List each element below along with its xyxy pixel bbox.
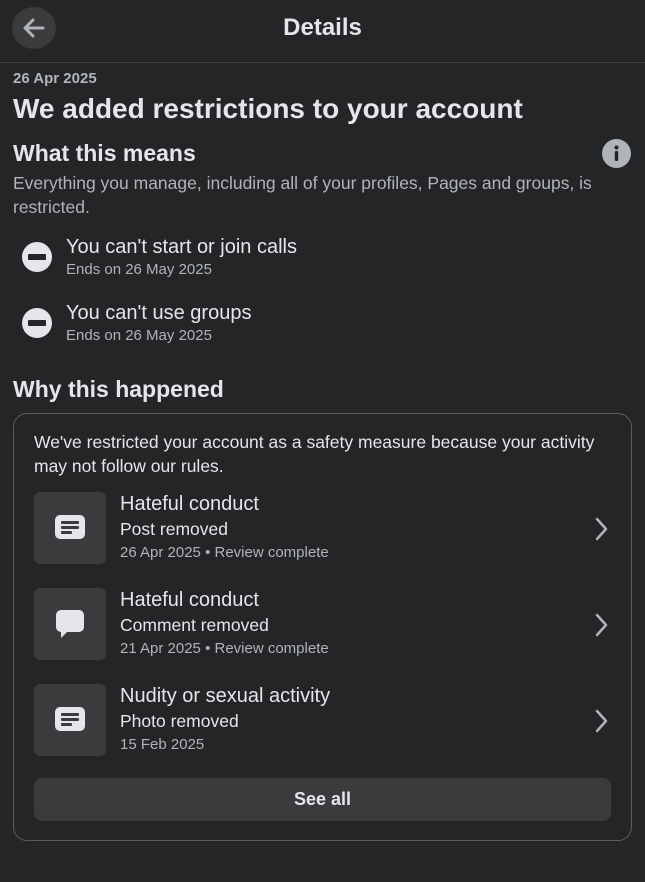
restriction-description: Everything you manage, including all of … (13, 173, 592, 217)
comment-icon (56, 610, 84, 638)
what-this-means-header: What this means (13, 138, 632, 168)
violation-action: Post removed (120, 519, 228, 539)
violation-item[interactable]: Hateful conduct Post removed 26 Apr 2025… (34, 492, 611, 564)
violation-text: Nudity or sexual activity Photo removed … (120, 683, 330, 757)
violation-meta: 21 Apr 2025 • Review complete (120, 640, 329, 657)
violation-icon-box (34, 492, 106, 564)
violation-title: Nudity or sexual activity (120, 685, 331, 707)
violation-text: Hateful conduct Post removed 26 Apr 2025… (120, 491, 329, 565)
info-glyph (614, 145, 619, 161)
restriction-item: You can't start or join calls Ends on 26… (13, 234, 632, 280)
violations-intro: We've restricted your account as a safet… (34, 432, 595, 476)
violation-icon-box (34, 588, 106, 660)
post-icon (55, 515, 85, 539)
post-icon (55, 707, 85, 731)
top-bar: Details (0, 0, 645, 63)
violation-item[interactable]: Hateful conduct Comment removed 21 Apr 2… (34, 588, 611, 660)
violation-meta: 26 Apr 2025 • Review complete (120, 544, 329, 561)
violation-icon-box (34, 684, 106, 756)
restriction-item: You can't use groups Ends on 26 May 2025 (13, 300, 632, 346)
restriction-text: You can't start or join calls Ends on 26… (66, 234, 297, 280)
violation-title: Hateful conduct (120, 493, 259, 515)
violation-action: Comment removed (120, 615, 269, 635)
chevron-right-icon (595, 517, 608, 541)
violation-meta: 15 Feb 2025 (120, 736, 205, 753)
no-entry-icon (22, 242, 52, 272)
see-all-button[interactable]: See all (34, 778, 611, 821)
no-entry-icon (22, 308, 52, 338)
info-icon[interactable] (602, 139, 631, 168)
restriction-end-date: Ends on 26 May 2025 (66, 327, 212, 344)
restriction-date: 26 Apr 2025 (13, 70, 97, 87)
violation-title: Hateful conduct (120, 589, 259, 611)
section-title-why-this-happened: Why this happened (13, 376, 224, 402)
main-content: 26 Apr 2025 We added restrictions to you… (0, 70, 645, 841)
headline: We added restrictions to your account (13, 93, 523, 124)
chevron-right-icon (595, 709, 608, 733)
violation-action: Photo removed (120, 711, 239, 731)
restriction-end-date: Ends on 26 May 2025 (66, 261, 212, 278)
violations-card: We've restricted your account as a safet… (13, 413, 632, 841)
violation-text: Hateful conduct Comment removed 21 Apr 2… (120, 587, 329, 661)
restriction-title: You can't start or join calls (66, 236, 297, 258)
violation-item[interactable]: Nudity or sexual activity Photo removed … (34, 684, 611, 756)
restriction-title: You can't use groups (66, 302, 252, 324)
section-title-what-this-means: What this means (13, 140, 196, 166)
page-title: Details (283, 14, 362, 41)
restriction-text: You can't use groups Ends on 26 May 2025 (66, 300, 251, 346)
chevron-right-icon (595, 613, 608, 637)
